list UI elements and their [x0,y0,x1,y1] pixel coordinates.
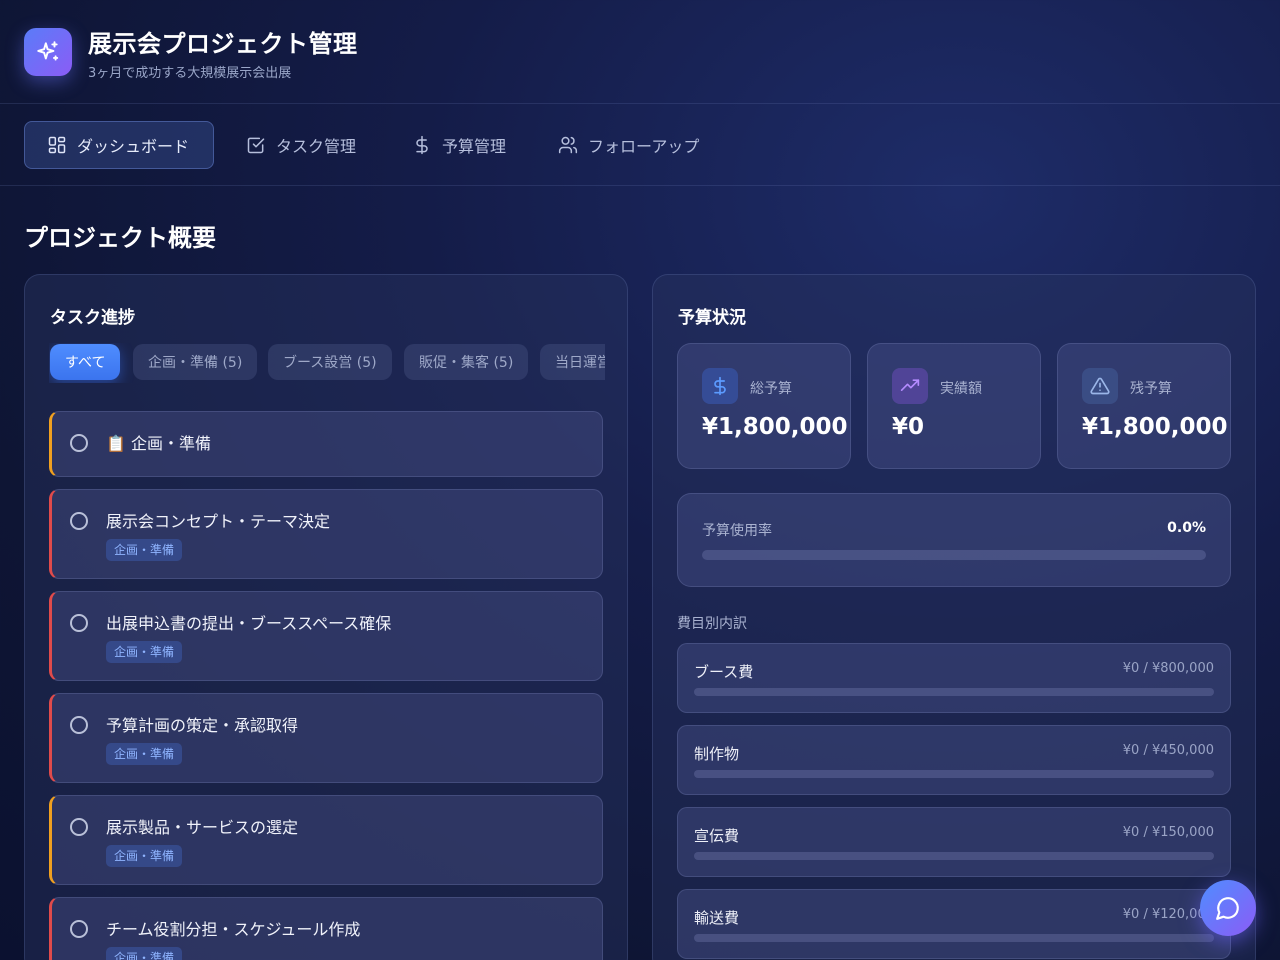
stat-label: 総予算 [750,381,792,397]
stat-card-actual: 実績額 ¥0 [867,343,1041,469]
task-panel-title: タスク進捗 [50,308,135,328]
chat-button[interactable] [1200,880,1256,936]
cost-progress-bar [694,688,1214,696]
task-category-tag: 企画・準備 [106,641,183,663]
filter-chip-booth[interactable]: ブース設営 (5) [268,344,392,380]
cost-name: 宣伝費 [694,827,740,845]
usage-progress-bar [702,550,1206,560]
cost-item-advertising: 宣伝費 ¥0 / ¥150,000 [677,807,1231,877]
dollar-icon [714,376,726,396]
trending-up-icon [900,379,920,391]
task-progress-panel: タスク進捗 すべて 企画・準備 (5) ブース設営 (5) 販促・集客 (5) … [24,274,628,960]
app-title: 展示会プロジェクト管理 [88,30,358,58]
filter-chip-all[interactable]: すべて [50,344,121,380]
dollar-icon [416,135,428,155]
sparkles-icon [37,41,59,61]
cost-amount: ¥0 / ¥150,000 [1122,825,1214,840]
task-category-tag: 企画・準備 [106,845,183,867]
stat-label: 残予算 [1130,381,1172,397]
cost-name: 輸送費 [694,909,740,927]
stat-icon-wrap [1082,368,1118,404]
task-title: 展示製品・サービスの選定 [106,818,299,837]
tab-budget-label: 予算管理 [442,137,507,156]
usage-label: 予算使用率 [702,523,772,539]
warning-triangle-icon [1090,377,1110,395]
filter-chip-promotion[interactable]: 販促・集客 (5) [404,344,529,380]
users-icon [558,136,578,154]
task-item[interactable]: 出展申込書の提出・ブーススペース確保 企画・準備 [49,591,603,681]
app-subtitle: 3ヶ月で成功する大規模展示会出展 [88,66,292,81]
tab-tasks-label: タスク管理 [276,137,357,156]
cost-item-booth: ブース費 ¥0 / ¥800,000 [677,643,1231,713]
cost-amount: ¥0 / ¥800,000 [1122,661,1214,676]
task-title: チーム役割分担・スケジュール作成 [106,920,361,939]
dashboard-grid-icon [48,136,66,154]
cost-item-shipping: 輸送費 ¥0 / ¥120,000 [677,889,1231,959]
task-item[interactable]: 展示製品・サービスの選定 企画・準備 [49,795,603,885]
tab-dashboard-label: ダッシュボード [77,137,190,156]
task-item[interactable]: 予算計画の策定・承認取得 企画・準備 [49,693,603,783]
stat-card-remaining: 残予算 ¥1,800,000 [1057,343,1231,469]
task-category-tag: 企画・準備 [106,743,183,765]
tab-tasks[interactable]: タスク管理 [224,121,378,169]
task-category-tag: 企画・準備 [106,947,183,960]
checkbox-icon [247,137,265,154]
task-title: 展示会コンセプト・テーマ決定 [106,512,331,531]
cost-item-production: 制作物 ¥0 / ¥450,000 [677,725,1231,795]
tab-dashboard[interactable]: ダッシュボード [24,121,214,169]
task-checkbox[interactable] [70,434,88,452]
cost-progress-bar [694,852,1214,860]
app-logo [24,28,72,76]
cost-progress-bar [694,770,1214,778]
budget-panel-title: 予算状況 [678,308,746,328]
task-item[interactable]: チーム役割分担・スケジュール作成 企画・準備 [49,897,603,960]
breakdown-label: 費目別内訳 [677,616,747,632]
budget-status-panel: 予算状況 総予算 ¥1,800,000 実績額 ¥0 残予算 ¥1,800,00… [652,274,1256,960]
stat-value: ¥0 [892,414,925,440]
budget-usage-card: 予算使用率 0.0% [677,493,1231,587]
main-nav: ダッシュボード タスク管理 予算管理 フォローアップ [0,104,1280,186]
cost-amount: ¥0 / ¥450,000 [1122,743,1214,758]
task-filter-bar: すべて 企画・準備 (5) ブース設営 (5) 販促・集客 (5) 当日運営 [49,343,605,383]
stat-value: ¥1,800,000 [1082,414,1228,440]
stat-icon-wrap [892,368,928,404]
stat-value: ¥1,800,000 [702,414,848,440]
cost-name: ブース費 [694,663,754,681]
tab-budget[interactable]: 予算管理 [390,121,528,169]
task-checkbox[interactable] [70,614,88,632]
stat-label: 実績額 [940,381,982,397]
filter-chip-event-day[interactable]: 当日運営 [540,344,605,380]
task-checkbox[interactable] [70,716,88,734]
task-title: 📋 企画・準備 [106,434,212,453]
task-item-category-header[interactable]: 📋 企画・準備 [49,411,603,477]
task-item[interactable]: 展示会コンセプト・テーマ決定 企画・準備 [49,489,603,579]
task-checkbox[interactable] [70,920,88,938]
stat-card-total-budget: 総予算 ¥1,800,000 [677,343,851,469]
stat-icon-wrap [702,368,738,404]
app-header: 展示会プロジェクト管理 3ヶ月で成功する大規模展示会出展 [0,0,1280,104]
page-title: プロジェクト概要 [24,224,216,252]
task-checkbox[interactable] [70,818,88,836]
cost-name: 制作物 [694,745,740,763]
task-category-tag: 企画・準備 [106,539,183,561]
filter-chip-planning[interactable]: 企画・準備 (5) [133,344,258,380]
cost-progress-bar [694,934,1214,942]
tab-followup[interactable]: フォローアップ [536,121,721,169]
task-title: 予算計画の策定・承認取得 [106,716,299,735]
tab-followup-label: フォローアップ [588,137,700,156]
usage-value: 0.0% [1167,520,1206,536]
task-checkbox[interactable] [70,512,88,530]
task-title: 出展申込書の提出・ブーススペース確保 [106,614,392,633]
chat-bubble-icon [1216,897,1239,920]
